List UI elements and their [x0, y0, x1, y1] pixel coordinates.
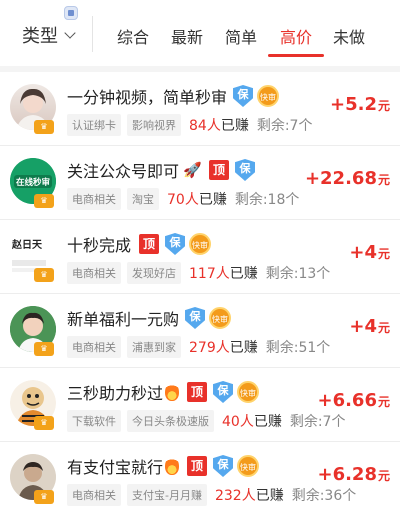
category-tag: 电商相关: [67, 484, 121, 506]
fast-review-badge-icon: 快审: [209, 307, 232, 329]
crown-icon: ♛: [34, 342, 54, 356]
remaining-count: 剩余:7个: [256, 118, 313, 134]
remaining-count: 剩余:36个: [291, 488, 357, 504]
task-title: 新单福利一元购: [67, 310, 180, 329]
svg-text:在线秒审: 在线秒审: [16, 177, 50, 188]
crown-icon: ♛: [34, 416, 54, 430]
fire-icon: [165, 383, 180, 401]
earned-count: 84人已赚: [189, 118, 249, 134]
fast-review-badge-icon: 快审: [257, 85, 280, 107]
task-reward: +22.68元: [304, 168, 390, 189]
earned-count: 70人已赚: [167, 192, 227, 208]
remaining-count: 剩余:7个: [289, 414, 346, 430]
svg-text:赵日天: 赵日天: [11, 238, 43, 251]
guarantee-badge-icon: 保: [213, 381, 234, 403]
fast-review-badge-icon: 快审: [189, 233, 212, 255]
tab-newest[interactable]: 最新: [171, 24, 203, 48]
task-reward: +5.2元: [330, 94, 390, 115]
category-tag: 电商相关: [67, 336, 121, 358]
remaining-count: 剩余:13个: [265, 266, 331, 282]
task-title: 关注公众号即可: [67, 162, 180, 181]
earned-count: 117人已赚: [189, 266, 258, 282]
task-title: 三秒助力秒过: [67, 384, 164, 403]
task-reward: +6.66元: [317, 390, 390, 411]
task-row[interactable]: ♛ 新单福利一元购 保 快审 电商相关 浦惠到家 279人已赚 剩余:51个 +…: [0, 294, 400, 368]
top-badge-icon: 顶: [139, 234, 160, 254]
guarantee-badge-icon: 保: [233, 85, 254, 107]
remaining-count: 剩余:51个: [265, 340, 331, 356]
crown-icon: ♛: [34, 194, 54, 208]
category-tag: 下载软件: [67, 410, 121, 432]
task-row[interactable]: 在线秒审 ♛ 关注公众号即可 🚀 顶 保 电商相关 淘宝 70人已赚 剩余:18…: [0, 146, 400, 220]
category-tag: 电商相关: [67, 188, 121, 210]
crown-icon: ♛: [34, 490, 54, 504]
guarantee-badge-icon: 保: [213, 455, 234, 477]
platform-tag: 发现好店: [127, 262, 181, 284]
tab-simple[interactable]: 简单: [225, 24, 257, 48]
top-badge-icon: 顶: [187, 382, 208, 402]
notification-dot-icon: [64, 6, 78, 20]
task-row[interactable]: 赵日天 ♛ 十秒完成 顶 保 快审 电商相关 发现好店 117人已赚 剩余:13…: [0, 220, 400, 294]
tab-not-done[interactable]: 未做: [333, 24, 365, 48]
guarantee-badge-icon: 保: [165, 233, 186, 255]
task-reward: +4元: [349, 316, 390, 337]
guarantee-badge-icon: 保: [235, 159, 256, 181]
divider: [92, 16, 93, 52]
platform-tag: 淘宝: [127, 188, 159, 210]
tab-comprehensive[interactable]: 综合: [117, 24, 149, 48]
task-title: 十秒完成: [67, 236, 132, 255]
fire-icon: [165, 457, 180, 475]
task-row[interactable]: ♛ 三秒助力秒过 顶 保 快审 下载软件 今日头条极速版 40人已赚 剩余:7个…: [0, 368, 400, 442]
remaining-count: 剩余:18个: [234, 192, 300, 208]
task-title: 一分钟视频，简单秒审: [67, 88, 228, 107]
task-reward: +6.28元: [317, 464, 390, 485]
task-row[interactable]: ♛ 有支付宝就行 顶 保 快审 电商相关 支付宝-月月赚 232人已赚 剩余:3…: [0, 442, 400, 507]
platform-tag: 支付宝-月月赚: [127, 484, 207, 506]
fast-review-badge-icon: 快审: [237, 455, 260, 477]
task-list: ♛ 一分钟视频，简单秒审 保 快审 认证绑卡 影响视界 84人已赚 剩余:7个 …: [0, 72, 400, 507]
type-filter-label: 类型: [22, 26, 58, 47]
platform-tag: 影响视界: [127, 114, 181, 136]
chevron-down-icon: [64, 27, 76, 39]
tab-high-price[interactable]: 高价: [280, 24, 312, 48]
category-tag: 电商相关: [67, 262, 121, 284]
earned-count: 232人已赚: [214, 488, 284, 504]
task-row[interactable]: ♛ 一分钟视频，简单秒审 保 快审 认证绑卡 影响视界 84人已赚 剩余:7个 …: [0, 72, 400, 146]
fast-review-badge-icon: 快审: [237, 381, 260, 403]
task-title: 有支付宝就行: [67, 458, 164, 477]
top-badge-icon: 顶: [187, 456, 208, 476]
earned-count: 40人已赚: [222, 414, 282, 430]
platform-tag: 浦惠到家: [127, 336, 181, 358]
type-filter-dropdown[interactable]: 类型: [22, 22, 76, 48]
crown-icon: ♛: [34, 268, 54, 282]
category-tag: 认证绑卡: [67, 114, 121, 136]
filter-bar: 类型 综合 最新 简单 高价 未做: [0, 0, 400, 66]
platform-tag: 今日头条极速版: [127, 410, 214, 432]
earned-count: 279人已赚: [189, 340, 258, 356]
active-tab-indicator: [268, 54, 324, 57]
task-reward: +4元: [349, 242, 390, 263]
guarantee-badge-icon: 保: [185, 307, 206, 329]
crown-icon: ♛: [34, 120, 54, 134]
top-badge-icon: 顶: [209, 160, 230, 180]
rocket-icon: 🚀: [183, 161, 202, 179]
